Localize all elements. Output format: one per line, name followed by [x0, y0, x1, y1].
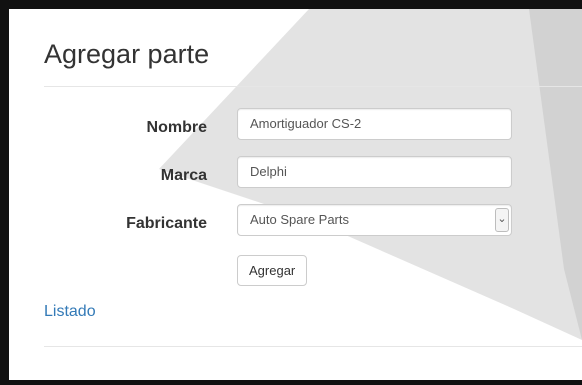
marca-input[interactable]: Delphi [237, 156, 512, 188]
title-divider [44, 86, 582, 87]
nombre-label: Nombre [146, 119, 207, 136]
window-frame: Agregar parte Nombre Amortiguador CS-2 M… [0, 0, 582, 385]
content-panel: Agregar parte Nombre Amortiguador CS-2 M… [9, 9, 582, 380]
agregar-button[interactable]: Agregar [237, 255, 308, 286]
fabricante-select[interactable]: Auto Spare Parts ⌄ [237, 204, 512, 236]
marca-label: Marca [160, 167, 207, 184]
fabricante-selected-value: Auto Spare Parts [250, 212, 349, 227]
page-title: Agregar parte [44, 39, 210, 69]
nombre-input[interactable]: Amortiguador CS-2 [237, 108, 512, 140]
listado-link[interactable]: Listado [44, 303, 96, 321]
chevron-down-icon[interactable]: ⌄ [495, 208, 509, 232]
fabricante-label: Fabricante [126, 215, 207, 232]
footer-divider [44, 346, 582, 347]
